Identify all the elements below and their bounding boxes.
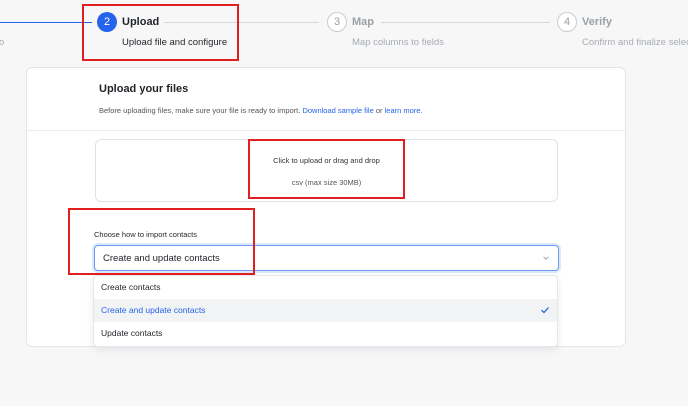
step-3-number[interactable]: 3: [327, 12, 347, 32]
option-label: Create and update contacts: [101, 305, 206, 315]
annotation-box-dropzone: [248, 139, 405, 199]
step-4-title[interactable]: Verify: [582, 16, 612, 28]
option-update-contacts[interactable]: Update contacts: [94, 322, 557, 345]
learn-more-link[interactable]: learn more.: [385, 106, 423, 115]
step-3-subtitle: Map columns to fields: [352, 37, 444, 48]
step-4-subtitle: Confirm and finalize select: [582, 37, 688, 48]
divider: [27, 130, 625, 131]
download-sample-link[interactable]: Download sample file: [302, 106, 373, 115]
option-create-contacts[interactable]: Create contacts: [94, 276, 557, 299]
chevron-down-icon: [543, 256, 549, 260]
option-create-and-update-contacts[interactable]: Create and update contacts: [94, 299, 557, 322]
step-connector: [0, 22, 92, 23]
step-connector: [381, 22, 550, 23]
annotation-box-upload-step: [82, 4, 239, 61]
prev-step-subtitle: o: [0, 37, 5, 48]
annotation-box-import-mode: [68, 208, 255, 275]
desc-or: or: [375, 106, 383, 115]
checkmark-icon: [541, 307, 549, 314]
card-title: Upload your files: [99, 83, 189, 95]
step-4-number[interactable]: 4: [557, 12, 577, 32]
desc-text: Before uploading files, make sure your f…: [99, 106, 301, 115]
card-description: Before uploading files, make sure your f…: [99, 106, 423, 115]
import-mode-dropdown: Create contacts Create and update contac…: [93, 275, 558, 347]
step-3-title[interactable]: Map: [352, 16, 374, 28]
